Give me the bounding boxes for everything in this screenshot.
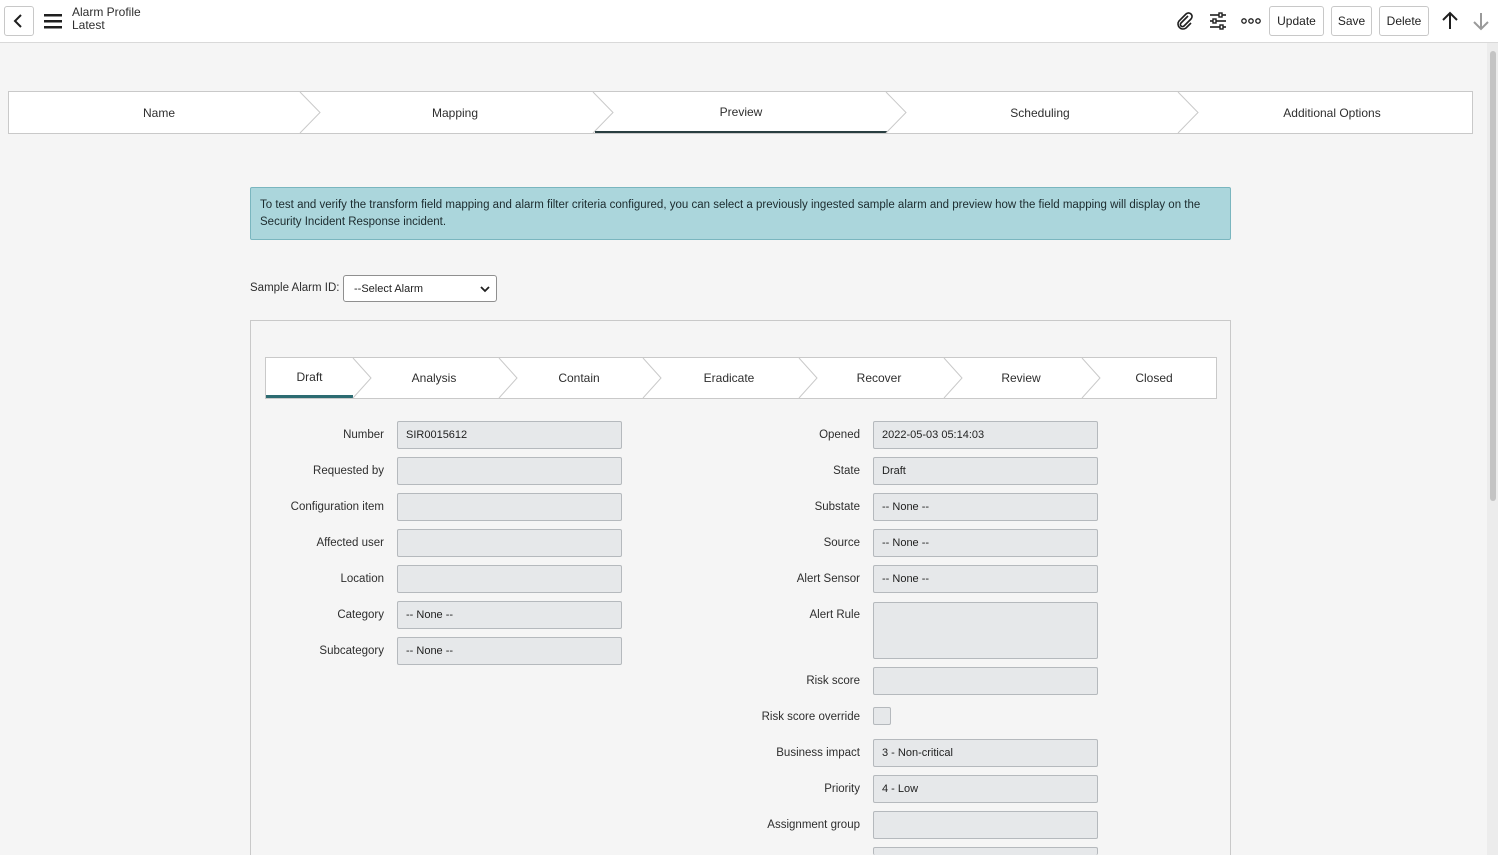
state-step-draft: Draft: [266, 358, 353, 398]
substate-label: Substate: [814, 501, 860, 513]
chevron-left-icon: [13, 14, 22, 28]
profile-steps: Name Mapping Preview Scheduling Addition…: [8, 91, 1473, 134]
step-scheduling[interactable]: Scheduling: [895, 92, 1185, 133]
state-step-recover: Recover: [856, 371, 902, 385]
number-label: Number: [343, 429, 384, 441]
back-button[interactable]: [4, 6, 34, 36]
step-mapping[interactable]: Mapping: [309, 92, 601, 133]
location-field: [397, 565, 622, 593]
form-header: Alarm Profile Latest Update Save Delete: [0, 0, 1498, 43]
source-label: Source: [823, 537, 860, 549]
state-step-review: Review: [1001, 371, 1041, 385]
state-label: State: [833, 465, 860, 477]
chevron-down-icon: [480, 286, 490, 293]
category-field: -- None --: [397, 601, 622, 629]
step-preview[interactable]: Preview: [595, 92, 887, 133]
arrow-up-icon[interactable]: [1439, 10, 1461, 32]
sample-alarm-select[interactable]: --Select Alarm: [343, 275, 497, 302]
risk-score-override-label: Risk score override: [761, 711, 860, 723]
form-subtitle-text: Latest: [72, 18, 105, 32]
number-field: SIR0015612: [397, 421, 622, 449]
assignment-group-field: [873, 811, 1098, 839]
opened-label: Opened: [819, 429, 860, 441]
state-step-closed: Closed: [1135, 371, 1173, 385]
hamburger-menu-icon[interactable]: [43, 12, 63, 30]
save-button[interactable]: Save: [1331, 6, 1372, 36]
more-options-icon[interactable]: [1240, 10, 1262, 32]
scrollbar-thumb[interactable]: [1490, 51, 1496, 501]
location-label: Location: [340, 573, 384, 585]
requested-by-label: Requested by: [313, 465, 384, 477]
business-impact-field: 3 - Non-critical: [873, 739, 1098, 767]
delete-button[interactable]: Delete: [1379, 6, 1429, 36]
alert-rule-field: [873, 602, 1098, 659]
next-field-partial: [873, 847, 1098, 855]
assignment-group-label: Assignment group: [767, 819, 860, 831]
opened-field: 2022-05-03 05:14:03: [873, 421, 1098, 449]
substate-field: -- None --: [873, 493, 1098, 521]
subcategory-field: -- None --: [397, 637, 622, 665]
alert-rule-label: Alert Rule: [809, 609, 861, 621]
business-impact-label: Business impact: [776, 747, 860, 759]
priority-field: 4 - Low: [873, 775, 1098, 803]
step-additional-options[interactable]: Additional Options: [1187, 92, 1477, 133]
state-step-analysis: Analysis: [411, 371, 457, 385]
form-title: Alarm Profile Latest: [72, 6, 141, 32]
subcategory-label: Subcategory: [319, 645, 384, 657]
page-scrollbar[interactable]: [1487, 43, 1498, 855]
update-button[interactable]: Update: [1269, 6, 1324, 36]
state-step-eradicate: Eradicate: [703, 371, 755, 385]
incident-state-steps: Draft Analysis Contain Eradicate Recover…: [265, 357, 1217, 399]
affected-user-label: Affected user: [316, 537, 384, 549]
risk-score-label: Risk score: [806, 675, 860, 687]
risk-score-field: [873, 667, 1098, 695]
configuration-item-label: Configuration item: [290, 501, 384, 513]
risk-score-override-checkbox: [873, 707, 891, 725]
state-field: Draft: [873, 457, 1098, 485]
priority-label: Priority: [824, 783, 860, 795]
alert-sensor-field: -- None --: [873, 565, 1098, 593]
source-field: -- None --: [873, 529, 1098, 557]
info-banner: To test and verify the transform field m…: [250, 187, 1231, 240]
category-label: Category: [337, 609, 384, 621]
paperclip-icon[interactable]: [1174, 10, 1196, 32]
state-step-contain: Contain: [558, 371, 600, 385]
settings-sliders-icon[interactable]: [1207, 10, 1229, 32]
alert-sensor-label: Alert Sensor: [796, 573, 860, 585]
requested-by-field: [397, 457, 622, 485]
sample-alarm-value: --Select Alarm: [354, 282, 424, 295]
affected-user-field: [397, 529, 622, 557]
step-name[interactable]: Name: [9, 92, 309, 133]
arrow-down-icon[interactable]: [1470, 10, 1492, 32]
configuration-item-field: [397, 493, 622, 521]
sample-alarm-label: Sample Alarm ID:: [250, 282, 340, 294]
